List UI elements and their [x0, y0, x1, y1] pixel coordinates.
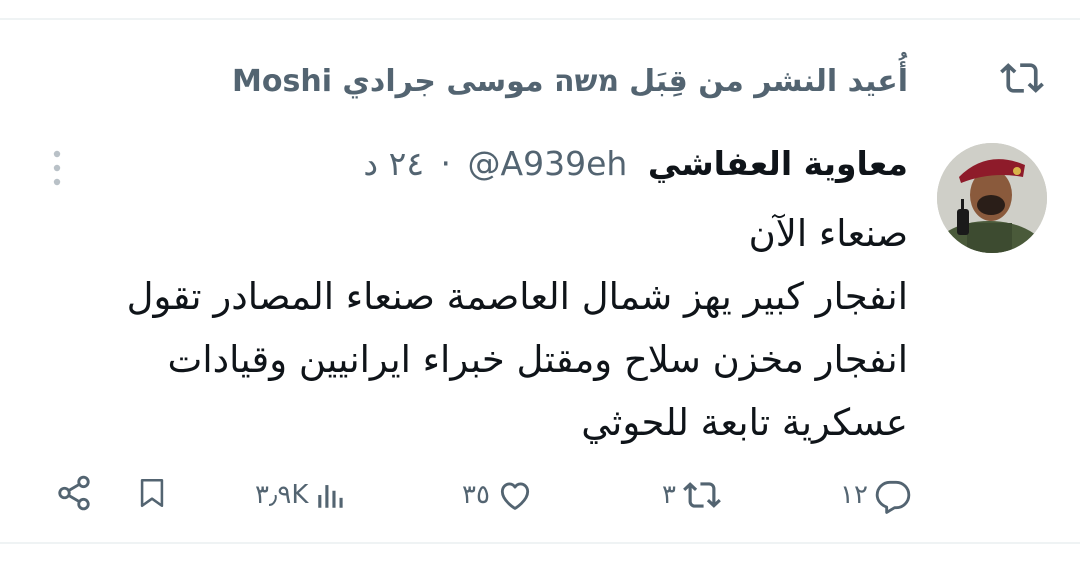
retweets-count: ٣: [662, 480, 676, 510]
retweet-action-icon: [683, 482, 721, 508]
retweet-icon: [1000, 63, 1044, 93]
views-icon: [318, 485, 344, 508]
tweet-line: صنعاء الآن: [748, 212, 908, 255]
reply-button[interactable]: ١٢: [840, 476, 912, 514]
more-vertical-icon[interactable]: [47, 148, 67, 188]
tweet-line: عسكرية تابعة للحوثي: [581, 401, 908, 444]
tweet-line: انفجار كبير يهز شمال العاصمة صنعاء المصا…: [126, 275, 908, 318]
avatar[interactable]: [937, 143, 1047, 253]
likes-count: ٣٥: [462, 480, 490, 510]
replies-count: ١٢: [840, 480, 868, 510]
action-bar: ٣٫٩K ٣٥ ٣ ١٢: [0, 470, 1080, 520]
views-count: ٣٫٩K: [255, 480, 309, 510]
tweet-line: انفجار مخزن سلاح ومقتل خبراء ايرانيين وق…: [167, 338, 908, 381]
retweet-prefix: أُعيد النشر من قِبَل: [629, 64, 908, 99]
retweet-label[interactable]: أُعيد النشر من قِبَل משה موسى جرادي Moshi: [232, 64, 908, 99]
views-button[interactable]: ٣٫٩K: [255, 478, 348, 512]
tweet-time[interactable]: ٢٤ د: [363, 144, 424, 183]
share-icon: [58, 475, 90, 511]
share-button[interactable]: [55, 474, 93, 512]
retweeter-name[interactable]: משה موسى جرادي Moshi: [232, 64, 619, 99]
avatar-image: [937, 143, 1047, 253]
like-button[interactable]: ٣٥: [462, 476, 534, 514]
tweet-header: معاوية العفاشي @A939eh · ٢٤ د: [363, 144, 908, 183]
author-handle[interactable]: @A939eh: [468, 144, 628, 183]
bottom-divider: [0, 542, 1080, 544]
bookmark-icon: [140, 478, 164, 508]
retweet-banner: أُعيد النشر من قِبَل משה موسى جرادي Moshi: [120, 58, 1044, 108]
reply-icon: [875, 480, 911, 514]
author-name[interactable]: معاوية العفاشي: [648, 144, 908, 183]
bookmark-button[interactable]: [135, 474, 169, 512]
heart-icon: [500, 482, 530, 510]
top-divider: [0, 18, 1080, 20]
retweet-button[interactable]: ٣: [662, 476, 722, 514]
tweet-text: صنعاء الآن انفجار كبير يهز شمال العاصمة …: [48, 202, 908, 454]
separator-dot: ·: [440, 144, 452, 183]
